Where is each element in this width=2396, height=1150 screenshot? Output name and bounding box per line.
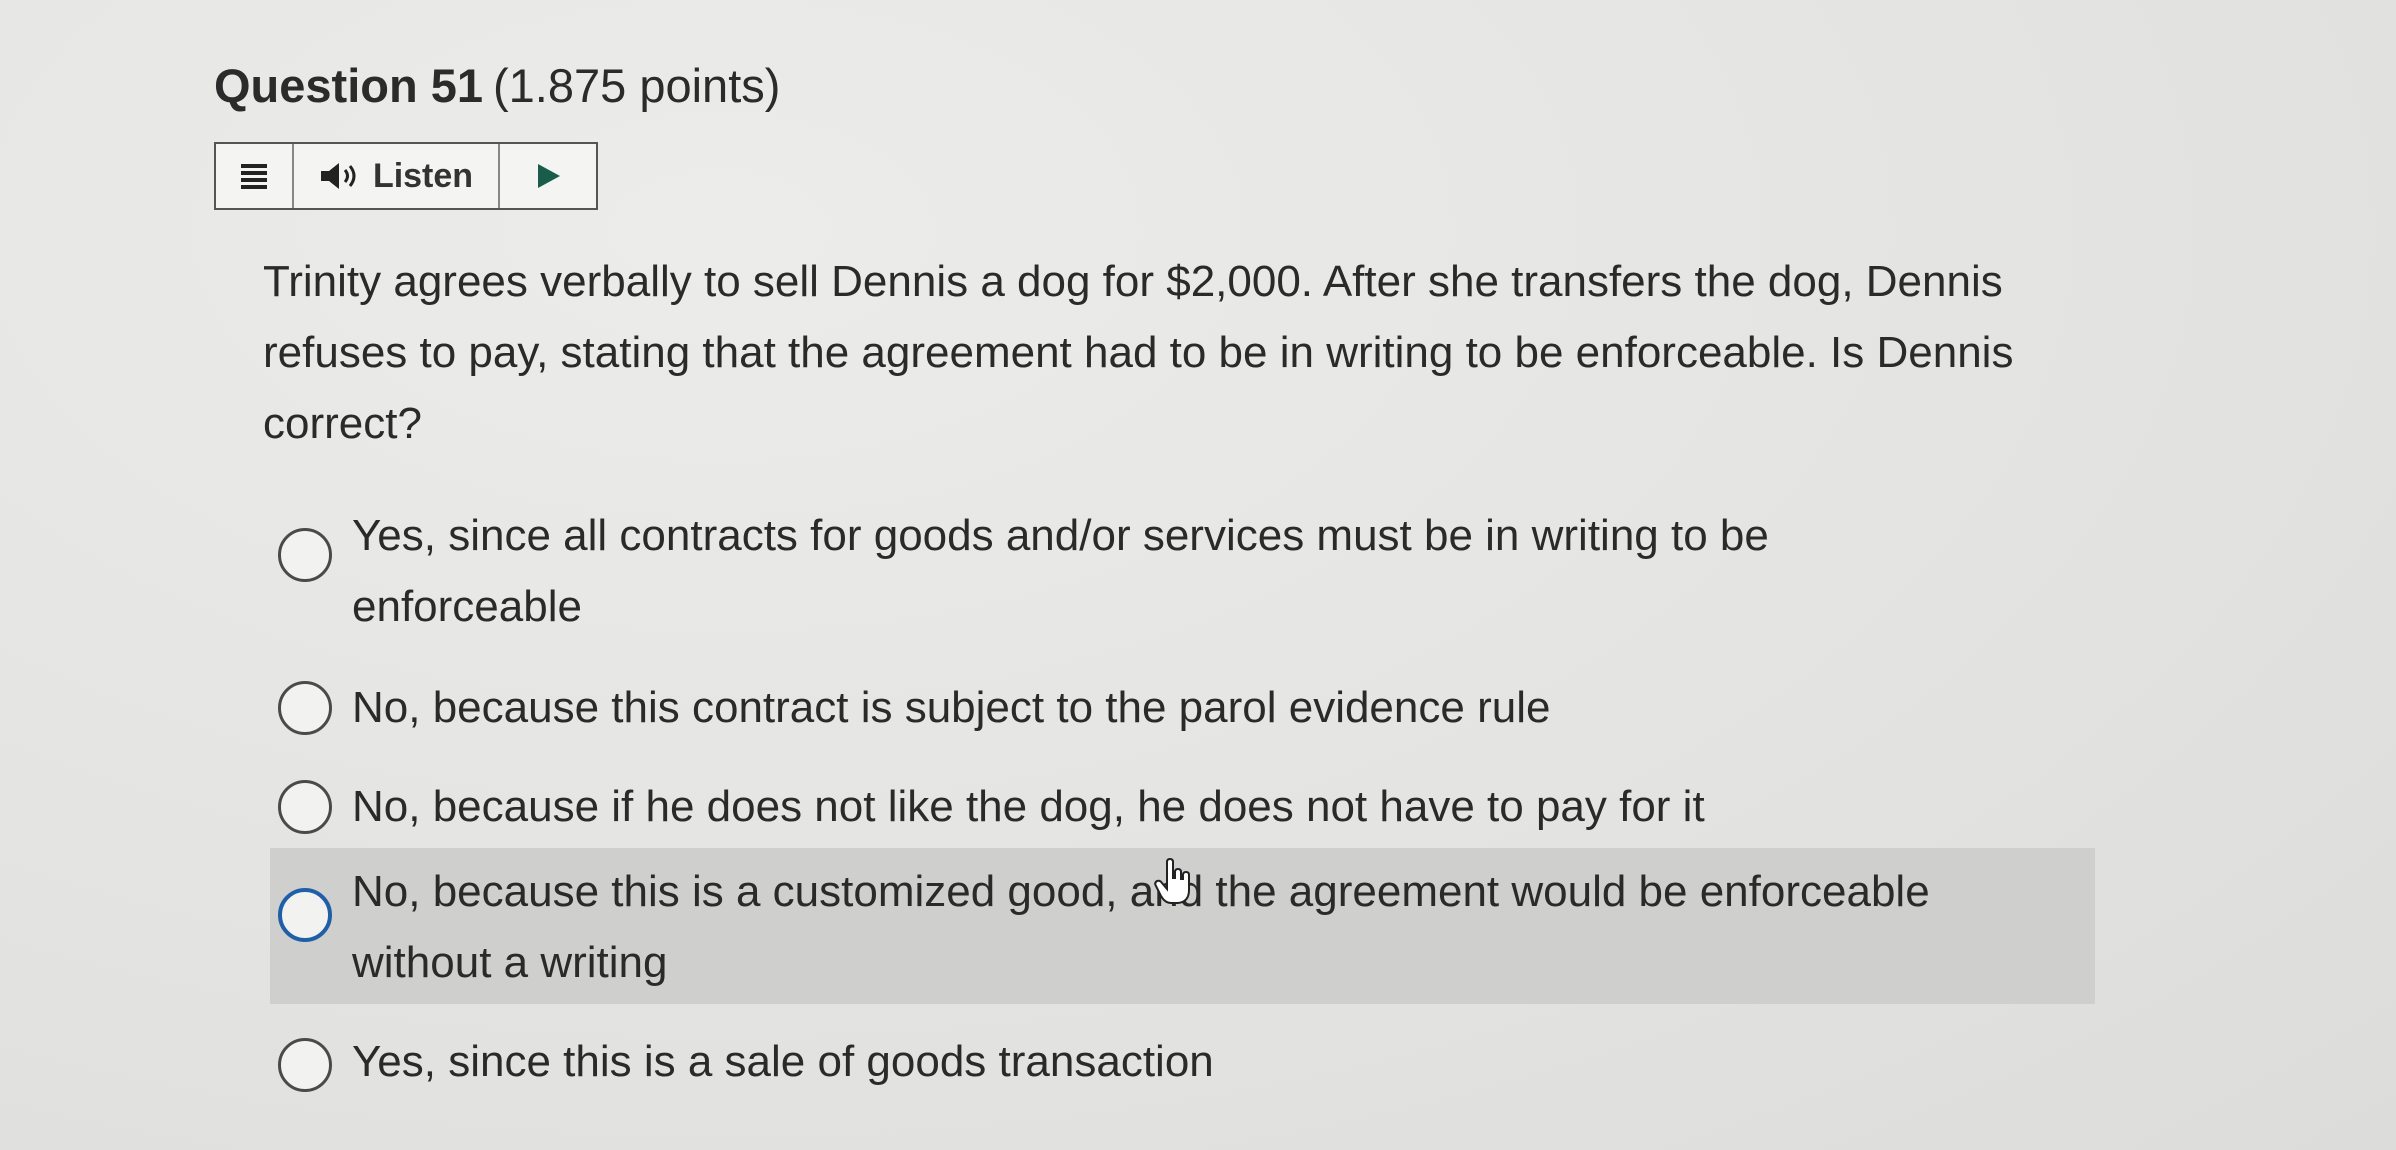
- answer-option-label: No, because this contract is subject to …: [352, 683, 1551, 732]
- radio-button[interactable]: [278, 528, 332, 582]
- answer-option-3[interactable]: No, because if he does not like the dog,…: [270, 771, 2095, 843]
- radio-button[interactable]: [278, 681, 332, 735]
- answer-option-label: Yes, since this is a sale of goods trans…: [352, 1037, 1214, 1086]
- radio-button[interactable]: [278, 1038, 332, 1092]
- radio-button[interactable]: [278, 888, 332, 942]
- answer-option-label: Yes, since all contracts for goods and/o…: [352, 511, 1769, 631]
- answer-option-2[interactable]: No, because this contract is subject to …: [270, 672, 2095, 744]
- radio-button[interactable]: [278, 780, 332, 834]
- answer-option-5[interactable]: Yes, since this is a sale of goods trans…: [270, 1026, 2095, 1098]
- answer-option-label: No, because if he does not like the dog,…: [352, 782, 1705, 831]
- hand-cursor-icon: [1154, 858, 1190, 904]
- answer-option-label: No, because this is a customized good, a…: [352, 867, 1930, 987]
- answer-options: Yes, since all contracts for goods and/o…: [0, 0, 2396, 1150]
- answer-option-1[interactable]: Yes, since all contracts for goods and/o…: [270, 500, 2095, 640]
- quiz-page: Question 51 (1.875 points) Listen Trinit…: [0, 0, 2396, 1150]
